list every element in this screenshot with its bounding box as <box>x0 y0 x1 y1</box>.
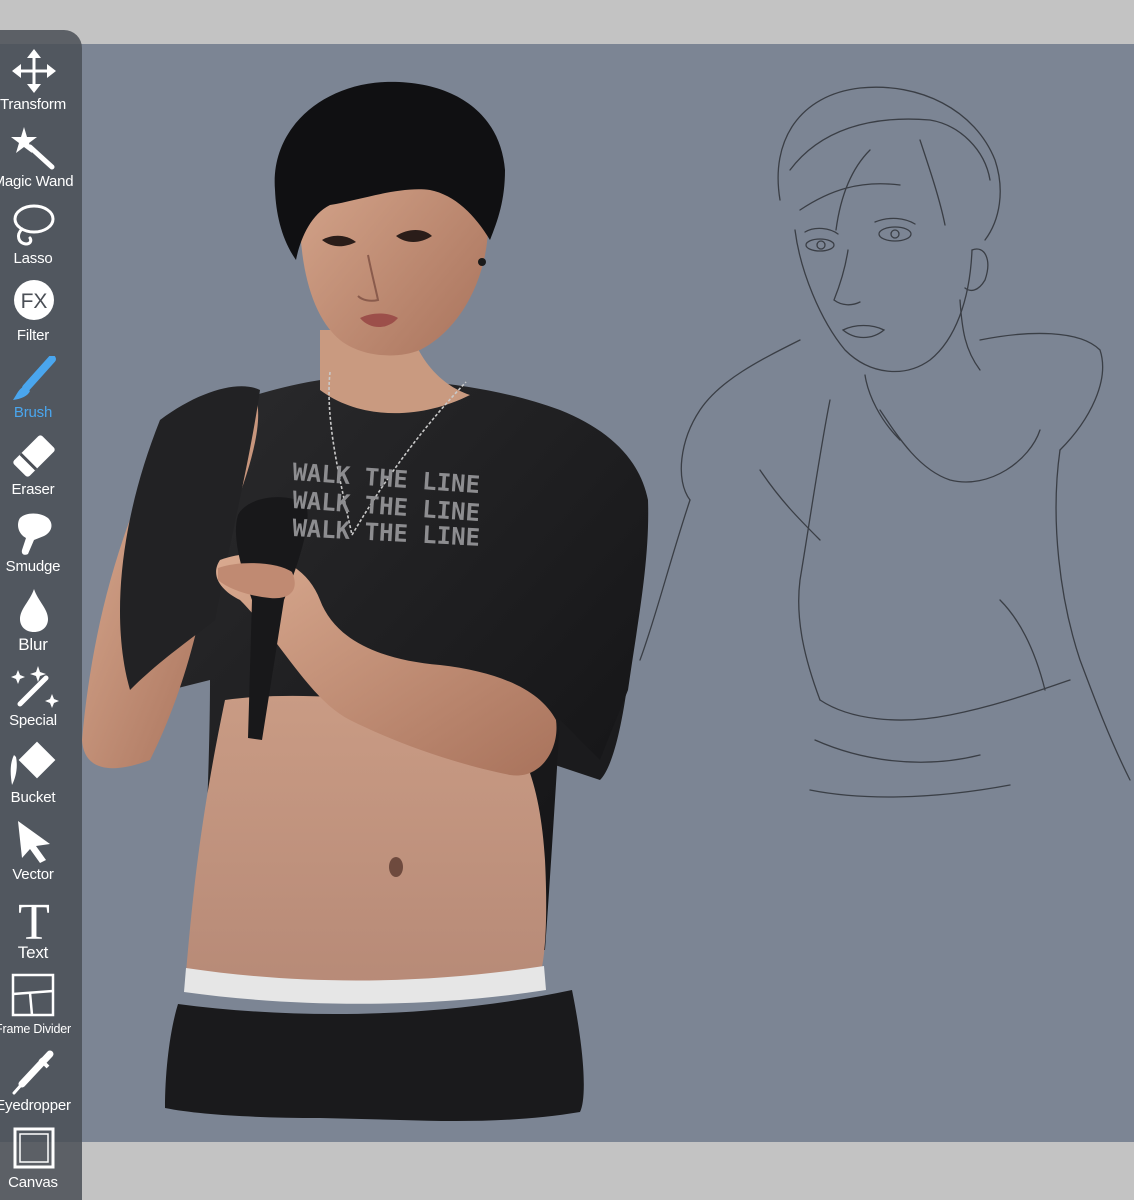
tool-eraser[interactable]: Eraser <box>0 433 82 510</box>
tool-label: Transform <box>0 96 66 113</box>
tool-lasso[interactable]: Lasso <box>0 202 82 279</box>
tool-magic-wand[interactable]: Magic Wand <box>0 125 82 202</box>
tool-label: Lasso <box>13 250 53 267</box>
fx-filter-icon: FX <box>14 280 54 320</box>
canvas-square-icon <box>13 1127 55 1169</box>
tool-label: Vector <box>12 866 54 883</box>
tool-label: Text <box>17 943 49 962</box>
tool-label: Smudge <box>5 558 61 575</box>
magic-wand-icon <box>11 127 55 170</box>
tool-label: Canvas <box>8 1174 58 1191</box>
tool-special[interactable]: Special <box>0 664 82 741</box>
svg-text:T: T <box>18 895 50 941</box>
svg-text:FX: FX <box>21 290 48 313</box>
tool-blur[interactable]: Blur <box>0 587 82 664</box>
tool-text[interactable]: T Text <box>0 895 82 972</box>
text-t-icon: T <box>18 895 50 941</box>
eraser-icon <box>13 435 55 477</box>
tool-smudge[interactable]: Smudge <box>0 510 82 587</box>
special-sparkle-pen-icon <box>11 666 59 708</box>
blur-drop-icon <box>20 589 48 632</box>
tool-label: Frame Divider <box>0 1022 71 1036</box>
tool-label: Magic Wand <box>0 173 74 190</box>
tool-filter[interactable]: FX Filter <box>0 279 82 356</box>
tool-label: Bucket <box>10 789 56 806</box>
tool-label: Blur <box>18 635 48 654</box>
tool-label: Eraser <box>11 481 55 498</box>
move-arrows-icon <box>12 49 56 93</box>
eyedropper-icon <box>12 1050 54 1095</box>
vector-cursor-icon <box>18 821 50 863</box>
artwork-layer[interactable]: WALK THE LINE WALK THE LINE WALK THE LIN… <box>0 0 1134 1200</box>
pencil-sketch <box>639 86 1131 798</box>
tool-eyedropper[interactable]: Eyedropper <box>0 1049 82 1126</box>
tool-label: Brush <box>13 404 53 421</box>
smudge-finger-icon <box>18 513 52 555</box>
tool-label: Special <box>9 712 57 729</box>
tool-brush[interactable]: Brush <box>0 356 82 433</box>
tool-panel: Transform Magic Wand Lasso FX Filter Bru… <box>0 30 82 1200</box>
painted-figure: WALK THE LINE WALK THE LINE WALK THE LIN… <box>82 81 649 1122</box>
frame-divider-icon <box>11 973 55 1017</box>
tool-bucket[interactable]: Bucket <box>0 741 82 818</box>
tool-label: Filter <box>16 327 50 344</box>
tool-transform[interactable]: Transform <box>0 48 82 125</box>
tool-label: Eyedropper <box>0 1097 71 1114</box>
brush-icon <box>13 356 56 400</box>
lasso-icon <box>13 204 55 246</box>
tool-canvas[interactable]: Canvas <box>0 1126 82 1200</box>
tool-frame-divider[interactable]: Frame Divider <box>0 972 82 1049</box>
bucket-fill-icon <box>10 741 56 785</box>
tool-vector[interactable]: Vector <box>0 818 82 895</box>
